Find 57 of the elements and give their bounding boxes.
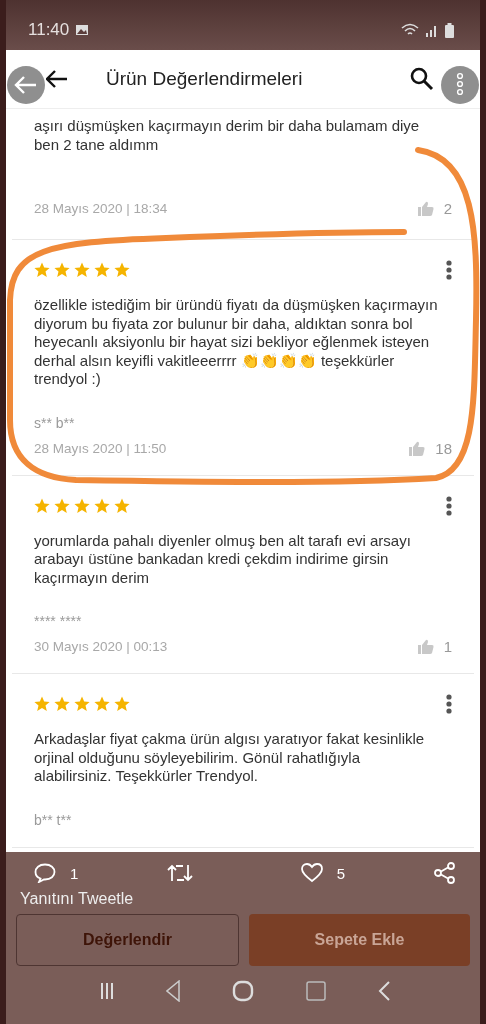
review-text: özellikle istediğim bir üründü fiyatı da düşmüşken kaçırmayın diyorum bu fiyata zor bulunur bir daha, aldıktan sonra bol heyecanlı aksiyonlu bir hayat sizi bekliyor eğlenmek isteyen derhal alsın keyifli vakitleeerrrr 👏👏👏👏 teşekkürler trendyol :) bbox=[34, 296, 439, 389]
star-icon bbox=[94, 696, 110, 712]
like-count: 5 bbox=[336, 864, 345, 882]
add-to-cart-button[interactable]: Sepete Ekle bbox=[249, 914, 470, 966]
home-icon[interactable] bbox=[232, 980, 254, 1002]
heart-icon[interactable] bbox=[300, 863, 323, 883]
search-icon[interactable] bbox=[410, 67, 434, 91]
review-text: aşırı düşmüşken kaçırmayın derim bir daha bulamam diye ben 2 tane aldımm bbox=[34, 117, 421, 154]
signal-icon bbox=[425, 23, 439, 37]
triangle-icon bbox=[166, 980, 180, 1002]
repeat-arrows-icon[interactable] bbox=[167, 863, 194, 883]
review-date: 30 Mayıs 2020 | 00:13 bbox=[34, 639, 168, 654]
review-date: 28 Mayıs 2020 | 11:50 bbox=[34, 440, 167, 456]
reply-count: 1 bbox=[70, 864, 79, 882]
reply-prompt[interactable]: Yanıtını Tweetle bbox=[20, 890, 134, 908]
like-count: 1 bbox=[443, 638, 452, 655]
thumbs-up-icon[interactable] bbox=[417, 639, 434, 654]
star-icon bbox=[94, 262, 110, 278]
reviewer-name: **** **** bbox=[34, 613, 83, 630]
recent-apps-icon[interactable] bbox=[100, 982, 114, 1000]
like-count: 18 bbox=[435, 439, 452, 457]
reviewer-name: b** t** bbox=[34, 811, 73, 829]
back-chevron-icon[interactable] bbox=[378, 981, 390, 1001]
more-options-icon[interactable] bbox=[441, 66, 479, 104]
back-arrow-icon[interactable] bbox=[46, 70, 68, 88]
star-icon bbox=[74, 262, 90, 278]
star-icon bbox=[74, 696, 90, 712]
star-icon bbox=[54, 497, 70, 514]
review-text: Arkadaşlar fiyat çakma ürün algısı yaratıyor fakat kesinlikle orjinal olduğunu söyleyebilirim. Gönül rahatlığıyla alabilirsiniz. Teşekkürler Trendyol. bbox=[34, 730, 426, 786]
clock-time: 11:40 bbox=[28, 20, 70, 40]
page-title: Ürün Değerlendirmeleri bbox=[105, 68, 304, 90]
more-options-icon[interactable] bbox=[446, 694, 452, 714]
rate-button[interactable]: Değerlendir bbox=[16, 914, 239, 966]
reviewer-name: s** b** bbox=[34, 414, 76, 432]
square-icon bbox=[306, 981, 326, 1001]
review-text: yorumlarda pahalı diyenler olmuş ben alt tarafı evi arsayı arabayı üstüne bankadan kredi çekdim indirime girsin kaçırmayın derim bbox=[34, 531, 412, 587]
thumbs-up-icon[interactable] bbox=[417, 201, 434, 216]
star-icon bbox=[34, 696, 50, 712]
star-icon bbox=[34, 262, 50, 278]
more-options-icon[interactable] bbox=[446, 495, 452, 516]
image-icon bbox=[75, 24, 90, 36]
share-icon[interactable] bbox=[434, 862, 456, 884]
thumbs-up-icon[interactable] bbox=[409, 440, 426, 456]
star-icon bbox=[114, 497, 130, 514]
star-icon bbox=[54, 696, 70, 712]
battery-icon bbox=[445, 22, 454, 38]
more-options-icon[interactable] bbox=[446, 260, 452, 280]
like-count: 2 bbox=[443, 200, 452, 217]
wifi-icon bbox=[401, 23, 419, 37]
speech-bubble-icon[interactable] bbox=[34, 863, 56, 883]
star-icon bbox=[34, 497, 50, 514]
star-icon bbox=[114, 262, 130, 278]
star-icon bbox=[74, 497, 90, 514]
star-icon bbox=[54, 262, 70, 278]
star-icon bbox=[114, 696, 130, 712]
star-icon bbox=[94, 497, 110, 514]
review-date: 28 Mayıs 2020 | 18:34 bbox=[34, 201, 168, 216]
